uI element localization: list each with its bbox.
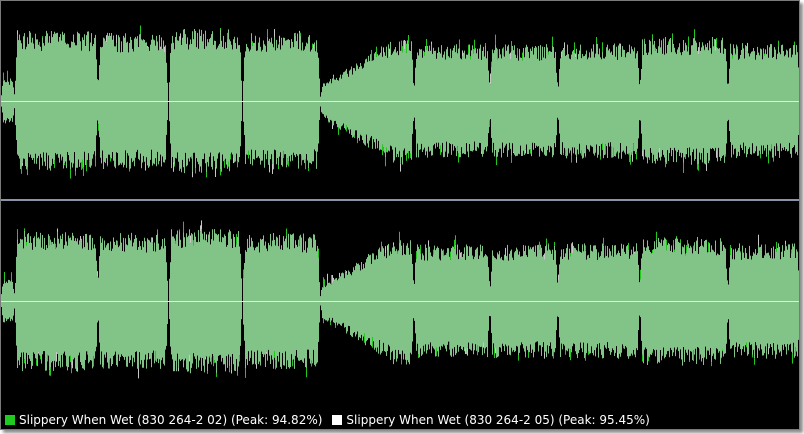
- waveform-right-svg: [1, 220, 799, 379]
- legend-swatch-track-2: [332, 415, 343, 425]
- waveform-right-bars: [1, 220, 799, 379]
- legend-swatch-track-1: [5, 415, 15, 425]
- legend-item-track-1: Slippery When Wet (830 264-2 02) (Peak: …: [5, 413, 322, 427]
- legend-label-track-2: Slippery When Wet (830 264-2 05) (Peak: …: [346, 413, 650, 427]
- waveform-channel-right[interactable]: [1, 203, 799, 399]
- legend-label-track-1: Slippery When Wet (830 264-2 02) (Peak: …: [19, 413, 323, 427]
- waveform-channel-left[interactable]: [1, 3, 799, 199]
- legend: Slippery When Wet (830 264-2 02) (Peak: …: [5, 412, 660, 428]
- channel-separator: [1, 199, 799, 201]
- waveform-viewer: Slippery When Wet (830 264-2 02) (Peak: …: [0, 0, 800, 430]
- legend-item-track-2: Slippery When Wet (830 264-2 05) (Peak: …: [332, 413, 650, 427]
- waveform-left-svg: [1, 25, 799, 179]
